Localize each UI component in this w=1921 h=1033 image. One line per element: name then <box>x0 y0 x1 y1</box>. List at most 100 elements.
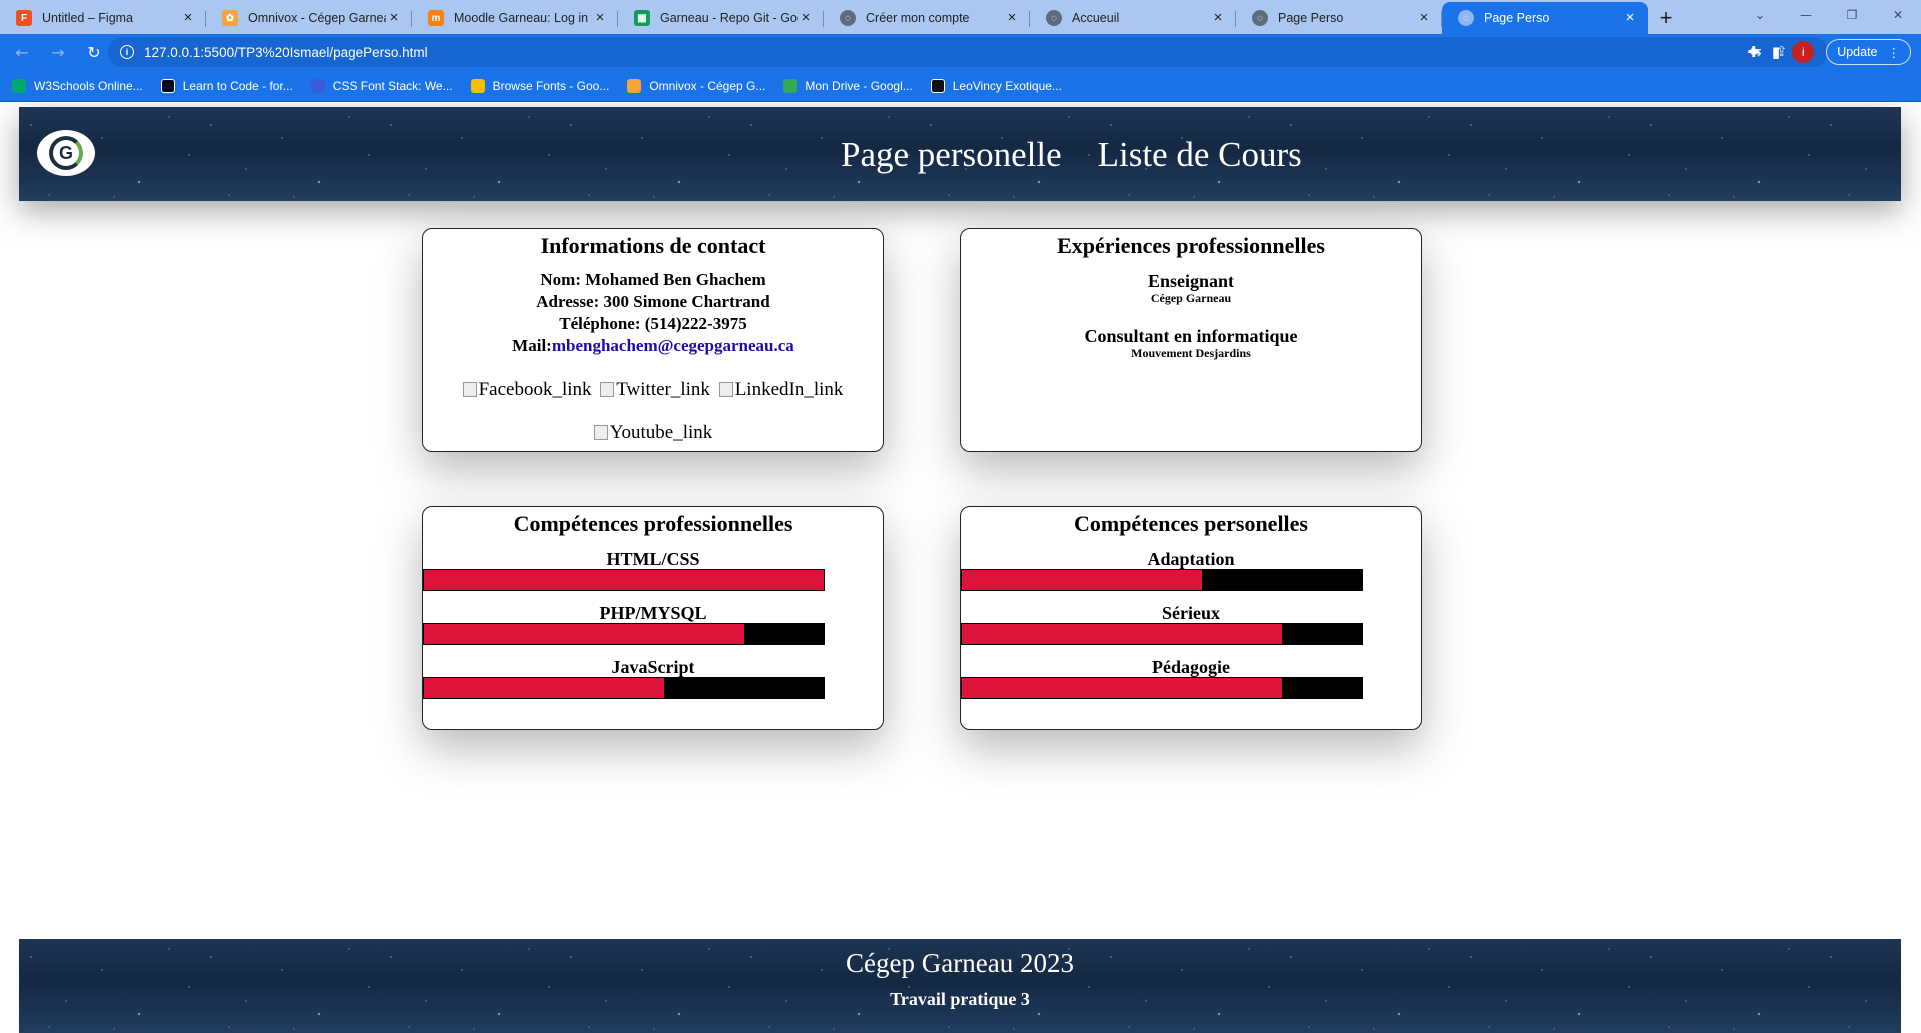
contact-address: Adresse: 300 Simone Chartrand <box>536 292 770 311</box>
new-tab-button[interactable]: + <box>1648 2 1684 34</box>
browser-tab[interactable]: ✿ Omnivox - Cégep Garneau × <box>206 2 412 34</box>
bookmark-item[interactable]: W3Schools Online... <box>12 78 143 93</box>
forward-icon[interactable]: → <box>44 38 72 66</box>
bookmark-label: Learn to Code - for... <box>182 78 293 93</box>
experience-item: Consultant en informatique Mouvement Des… <box>961 326 1421 361</box>
bookmark-item[interactable]: Learn to Code - for... <box>160 78 293 93</box>
globe-icon: ◌ <box>1252 10 1268 26</box>
skill-bar <box>961 623 1363 645</box>
browser-tab-active[interactable]: ◌ Page Perso × <box>1442 2 1648 34</box>
window-controls: ⌄ — ❐ ✕ <box>1737 0 1921 30</box>
contact-title: Informations de contact <box>540 233 766 258</box>
w3schools-icon <box>12 78 26 93</box>
close-icon[interactable]: × <box>798 10 814 26</box>
tab-search-icon[interactable]: ⌄ <box>1737 0 1783 30</box>
linkedin-link[interactable]: LinkedIn_link <box>719 369 844 410</box>
reload-icon[interactable]: ↻ <box>80 38 108 66</box>
browser-tab[interactable]: ◌ Créer mon compte × <box>824 2 1030 34</box>
close-icon[interactable]: × <box>1622 10 1638 26</box>
youtube-link[interactable]: Youtube_link <box>594 412 713 451</box>
close-icon[interactable]: × <box>592 10 608 26</box>
skill-bar <box>423 569 825 591</box>
window-close-icon[interactable]: ✕ <box>1875 0 1921 30</box>
bookmark-item[interactable]: Browse Fonts - Goo... <box>470 78 609 93</box>
site-header: G Page personelle Liste de Cours <box>19 107 1901 201</box>
url-text[interactable]: 127.0.0.1:5500/TP3%20Ismael/pagePerso.ht… <box>144 45 428 60</box>
pro-skills-card: Compétences professionnelles HTML/CSS PH… <box>422 506 884 730</box>
skill-bar <box>423 623 825 645</box>
contact-phone: Téléphone: (514)222-3975 <box>559 314 747 333</box>
sheets-icon: ▦ <box>634 10 650 26</box>
close-icon[interactable]: × <box>1004 10 1020 26</box>
back-icon[interactable]: ← <box>8 38 36 66</box>
bookmark-item[interactable]: CSS Font Stack: We... <box>310 78 453 93</box>
twitter-link[interactable]: Twitter_link <box>600 369 710 410</box>
site-info-icon[interactable]: i <box>120 45 134 59</box>
nav-page-personelle[interactable]: Page personelle <box>841 135 1062 175</box>
omnivox-icon: ✿ <box>222 10 238 26</box>
tab-title: Untitled – Figma <box>42 11 134 25</box>
skill-item: PHP/MYSQL <box>423 603 883 645</box>
profile-avatar[interactable]: i <box>1792 41 1815 63</box>
globe-icon: ◌ <box>1458 10 1474 26</box>
browser-tab[interactable]: F Untitled – Figma × <box>0 2 206 34</box>
omnivox-icon <box>627 78 642 93</box>
contact-details: Nom: Mohamed Ben Ghachem Adresse: 300 Si… <box>423 269 883 357</box>
moodle-icon: m <box>428 10 444 26</box>
skill-item: Adaptation <box>961 549 1421 591</box>
experience-item: Enseignant Cégep Garneau <box>961 271 1421 306</box>
update-button[interactable]: Update ⋮ <box>1826 39 1911 65</box>
facebook-link[interactable]: Facebook_link <box>463 369 592 410</box>
close-icon[interactable]: × <box>1416 10 1432 26</box>
footer-title: Cégep Garneau 2023 <box>846 948 1074 978</box>
bookmark-label: CSS Font Stack: We... <box>332 78 453 93</box>
skill-bar-fill <box>962 678 1282 698</box>
bookmark-item[interactable]: Omnivox - Cégep G... <box>627 78 765 93</box>
skill-item: Pédagogie <box>961 657 1421 699</box>
skill-bar-fill <box>424 570 824 590</box>
menu-icon[interactable]: ⋮ <box>1888 45 1901 60</box>
bookmarks-bar: W3Schools Online... Learn to Code - for.… <box>0 70 1921 102</box>
mail-link[interactable]: mbenghachem@cegepgarneau.ca <box>552 336 794 355</box>
experience-card: Expériences professionnelles Enseignant … <box>960 228 1422 452</box>
skill-bar <box>961 677 1363 699</box>
tab-title: Omnivox - Cégep Garneau <box>248 11 386 25</box>
skill-bar-fill <box>962 570 1202 590</box>
browser-tab[interactable]: m Moodle Garneau: Log in to × <box>412 2 618 34</box>
perso-skills-title: Compétences personelles <box>1073 511 1308 536</box>
close-icon[interactable]: × <box>1210 10 1226 26</box>
skill-bar-fill <box>962 624 1282 644</box>
address-bar[interactable]: i 127.0.0.1:5500/TP3%20Ismael/pagePerso.… <box>108 37 1828 67</box>
googlefonts-icon <box>470 78 485 93</box>
footer-subtitle: Travail pratique 3 <box>890 989 1030 1009</box>
browser-tab[interactable]: ◌ Page Perso × <box>1236 2 1442 34</box>
skill-bar-fill <box>424 678 664 698</box>
restore-icon[interactable]: ❐ <box>1829 0 1875 30</box>
bookmark-label: W3Schools Online... <box>34 78 143 93</box>
perso-skills-card: Compétences personelles Adaptation Série… <box>960 506 1422 730</box>
side-panel-icon[interactable]: ▮ <box>1772 43 1780 61</box>
skill-item: JavaScript <box>423 657 883 699</box>
bookmark-item[interactable]: Mon Drive - Googl... <box>783 78 913 93</box>
browser-tab[interactable]: ◌ Accueuil × <box>1030 2 1236 34</box>
garneau-logo[interactable]: G <box>37 130 95 176</box>
close-icon[interactable]: × <box>386 10 402 26</box>
site-footer: Cégep Garneau 2023 Travail pratique 3 <box>19 939 1901 1033</box>
close-icon[interactable]: × <box>180 10 196 26</box>
bookmark-label: Mon Drive - Googl... <box>805 78 913 93</box>
experience-role: Enseignant <box>1147 271 1235 291</box>
experience-org: Cégep Garneau <box>1150 291 1232 305</box>
bookmark-item[interactable]: LeoVincy Exotique... <box>930 78 1062 93</box>
extensions-icon[interactable]: ✚ <box>1747 43 1760 61</box>
skill-name: JavaScript <box>611 657 695 677</box>
nav-liste-de-cours[interactable]: Liste de Cours <box>1098 135 1302 175</box>
main-nav: Page personelle Liste de Cours <box>841 135 1302 175</box>
minimize-icon[interactable]: — <box>1783 0 1829 30</box>
globe-icon: ◌ <box>840 10 856 26</box>
skill-name: Adaptation <box>1147 549 1235 569</box>
bookmark-label: LeoVincy Exotique... <box>952 78 1062 93</box>
experience-org: Mouvement Desjardins <box>1131 346 1251 360</box>
skill-name: PHP/MYSQL <box>599 603 707 623</box>
browser-tab[interactable]: ▦ Garneau - Repo Git - Goog × <box>618 2 824 34</box>
contact-mail-row: Mail:mbenghachem@cegepgarneau.ca <box>423 335 883 357</box>
